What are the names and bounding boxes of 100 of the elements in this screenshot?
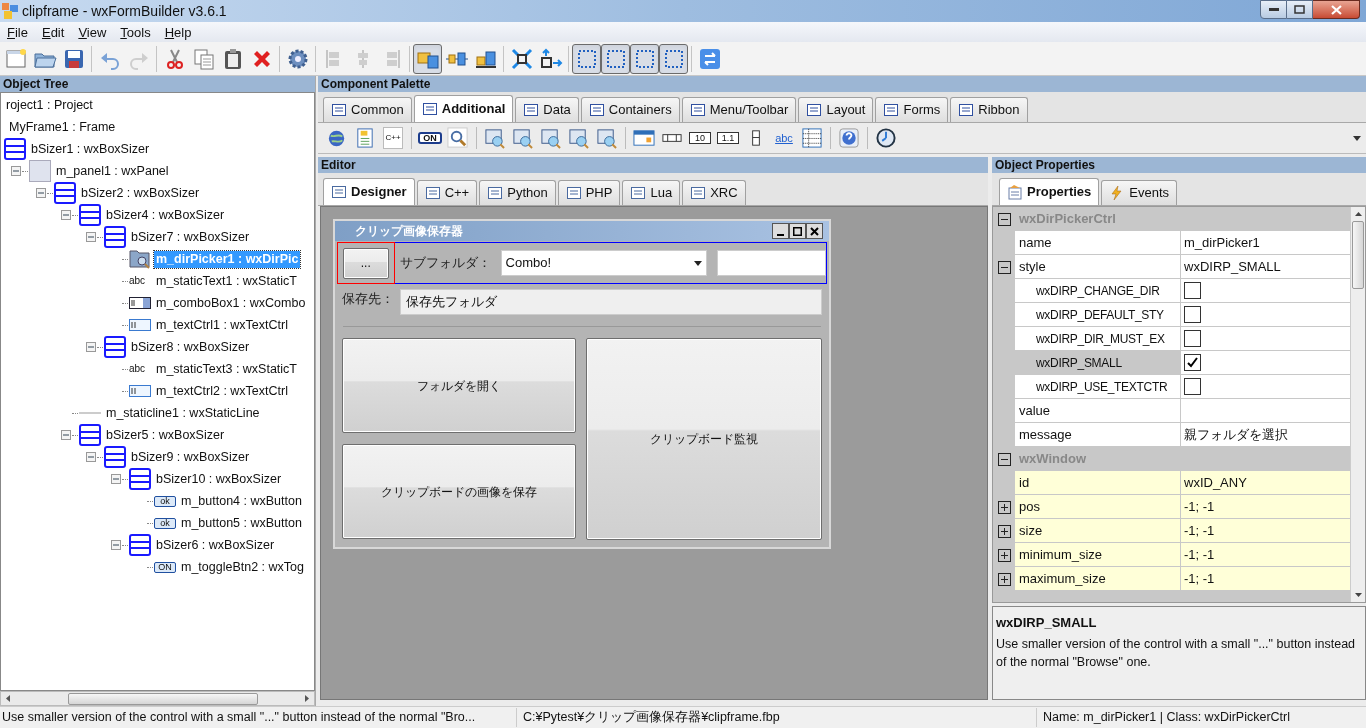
picker-icon[interactable] [512, 127, 534, 149]
tree-item[interactable]: bSizer9 : wxBoxSizer [129, 448, 252, 466]
form-maximize-button[interactable] [789, 223, 806, 239]
expand-icon[interactable] [997, 524, 1011, 538]
property-name[interactable]: pos [1015, 495, 1181, 519]
collapse-icon[interactable] [997, 212, 1011, 226]
text-field[interactable] [716, 250, 826, 276]
tab[interactable]: Properties [999, 178, 1100, 205]
tab[interactable]: Additional [413, 95, 514, 122]
tree-item[interactable]: bSizer6 : wxBoxSizer [154, 536, 277, 554]
checkbox[interactable] [1184, 282, 1201, 299]
document-icon[interactable] [354, 127, 376, 149]
tab[interactable]: Events [1101, 180, 1178, 205]
search-icon[interactable] [447, 127, 469, 149]
palette-tool-button[interactable]: 1.1 [717, 132, 739, 144]
tree-item[interactable]: roject1 : Project [4, 96, 95, 114]
palette-tool-button[interactable]: abc [773, 132, 795, 144]
form-minimize-button[interactable] [772, 223, 789, 239]
menu-item[interactable]: Help [157, 25, 199, 39]
tree-item[interactable]: bSizer10 : wxBoxSizer [154, 470, 284, 488]
tree-item[interactable]: bSizer7 : wxBoxSizer [129, 228, 252, 246]
tab[interactable]: Layout [798, 97, 874, 122]
close-button[interactable] [1313, 0, 1360, 19]
tab[interactable]: PHP [557, 180, 621, 205]
picker-icon[interactable] [540, 127, 562, 149]
property-value-cell[interactable]: wxID_ANY [1181, 471, 1350, 495]
property-name[interactable]: message [1015, 423, 1181, 447]
form-close-button[interactable] [806, 223, 823, 239]
property-value-cell[interactable]: -1; -1 [1181, 495, 1350, 519]
property-value-cell[interactable] [1181, 375, 1350, 399]
form-button[interactable]: クリップボードの画像を保存 [342, 444, 576, 539]
tree-item[interactable]: m_comboBox1 : wxCombo [154, 294, 308, 312]
tree-item[interactable]: m_staticText1 : wxStaticT [154, 272, 299, 290]
tree-item[interactable]: bSizer8 : wxBoxSizer [129, 338, 252, 356]
combo-box[interactable]: Combo! [500, 250, 707, 276]
property-name[interactable]: maximum_size [1015, 567, 1181, 591]
property-value-cell[interactable]: wxDIRP_SMALL [1181, 255, 1350, 279]
property-name[interactable]: id [1015, 471, 1181, 495]
checkbox[interactable] [1184, 306, 1201, 323]
border-button[interactable] [572, 43, 601, 74]
property-name[interactable]: wxDIRP_USE_TEXTCTR [1015, 375, 1181, 399]
scrollbar-thumb[interactable] [1352, 221, 1364, 289]
property-name[interactable]: style [1015, 255, 1181, 279]
tab[interactable]: Ribbon [950, 97, 1028, 122]
tree-item[interactable]: m_panel1 : wxPanel [54, 162, 171, 180]
help-icon[interactable] [838, 127, 860, 149]
tab[interactable]: Designer [323, 178, 415, 205]
collapse-icon[interactable] [997, 260, 1011, 274]
grid-icon[interactable] [801, 127, 823, 149]
scroll-up-icon[interactable] [1354, 212, 1362, 216]
border-button[interactable] [659, 43, 688, 74]
tab[interactable]: Menu/Toolbar [681, 97, 797, 122]
tree-item[interactable]: m_toggleBtn2 : wxTog [179, 558, 306, 576]
scrollbar-thumb[interactable] [68, 692, 258, 705]
tree-item[interactable]: m_staticline1 : wxStaticLine [104, 404, 262, 422]
form-button[interactable]: フォルダを開く [342, 338, 576, 433]
property-name[interactable]: wxDIRP_DIR_MUST_EX [1015, 327, 1181, 351]
vertical-scrollbar[interactable] [1350, 207, 1365, 602]
checkbox[interactable] [1184, 378, 1201, 395]
menu-item[interactable]: Edit [34, 25, 72, 39]
property-value-cell[interactable]: 親フォルダを選択 [1181, 423, 1350, 447]
scroll-left-icon[interactable] [6, 695, 10, 702]
property-value-cell[interactable] [1181, 351, 1350, 375]
property-value-cell[interactable] [1181, 279, 1350, 303]
picker-icon[interactable] [596, 127, 618, 149]
property-value-cell[interactable]: -1; -1 [1181, 543, 1350, 567]
collapse-icon[interactable] [997, 452, 1011, 466]
tree-item[interactable]: bSizer4 : wxBoxSizer [104, 206, 227, 224]
palette-tool-button[interactable]: ON [418, 132, 442, 144]
destination-field[interactable]: 保存先フォルダ [400, 289, 822, 315]
expand-icon[interactable] [997, 500, 1011, 514]
tab[interactable]: Common [323, 97, 412, 122]
tree-item[interactable]: m_button4 : wxButton [179, 492, 304, 510]
dropdown-icon[interactable] [1353, 135, 1361, 141]
calendar-icon[interactable] [633, 127, 655, 149]
property-name[interactable]: minimum_size [1015, 543, 1181, 567]
palette-tool-button[interactable]: C++ [383, 127, 403, 149]
tab[interactable]: Forms [875, 97, 949, 122]
tab[interactable]: C++ [416, 180, 478, 205]
expand-icon[interactable] [997, 572, 1011, 586]
property-name[interactable]: wxDIRP_DEFAULT_STY [1015, 303, 1181, 327]
tree-item[interactable]: MyFrame1 : Frame [7, 118, 118, 136]
tab[interactable]: Data [515, 97, 579, 122]
tree-item[interactable]: bSizer1 : wxBoxSizer [29, 140, 152, 158]
picker-icon[interactable] [484, 127, 506, 149]
tree-item[interactable]: bSizer5 : wxBoxSizer [104, 426, 227, 444]
expand-icon[interactable] [997, 548, 1011, 562]
property-value-cell[interactable] [1181, 399, 1350, 423]
form-button[interactable]: クリップボード監視 [586, 338, 822, 540]
form-button[interactable]: ... [342, 247, 389, 279]
clock-icon[interactable] [875, 127, 897, 149]
horizontal-scrollbar[interactable] [0, 691, 315, 706]
property-name[interactable]: size [1015, 519, 1181, 543]
property-value-cell[interactable] [1181, 303, 1350, 327]
tree-item[interactable]: m_textCtrl2 : wxTextCtrl [154, 382, 290, 400]
property-value-cell[interactable] [1181, 327, 1350, 351]
tree-item[interactable]: bSizer2 : wxBoxSizer [79, 184, 202, 202]
checkbox[interactable] [1184, 330, 1201, 347]
border-button[interactable] [601, 43, 630, 74]
tree-item[interactable]: m_button5 : wxButton [179, 514, 304, 532]
